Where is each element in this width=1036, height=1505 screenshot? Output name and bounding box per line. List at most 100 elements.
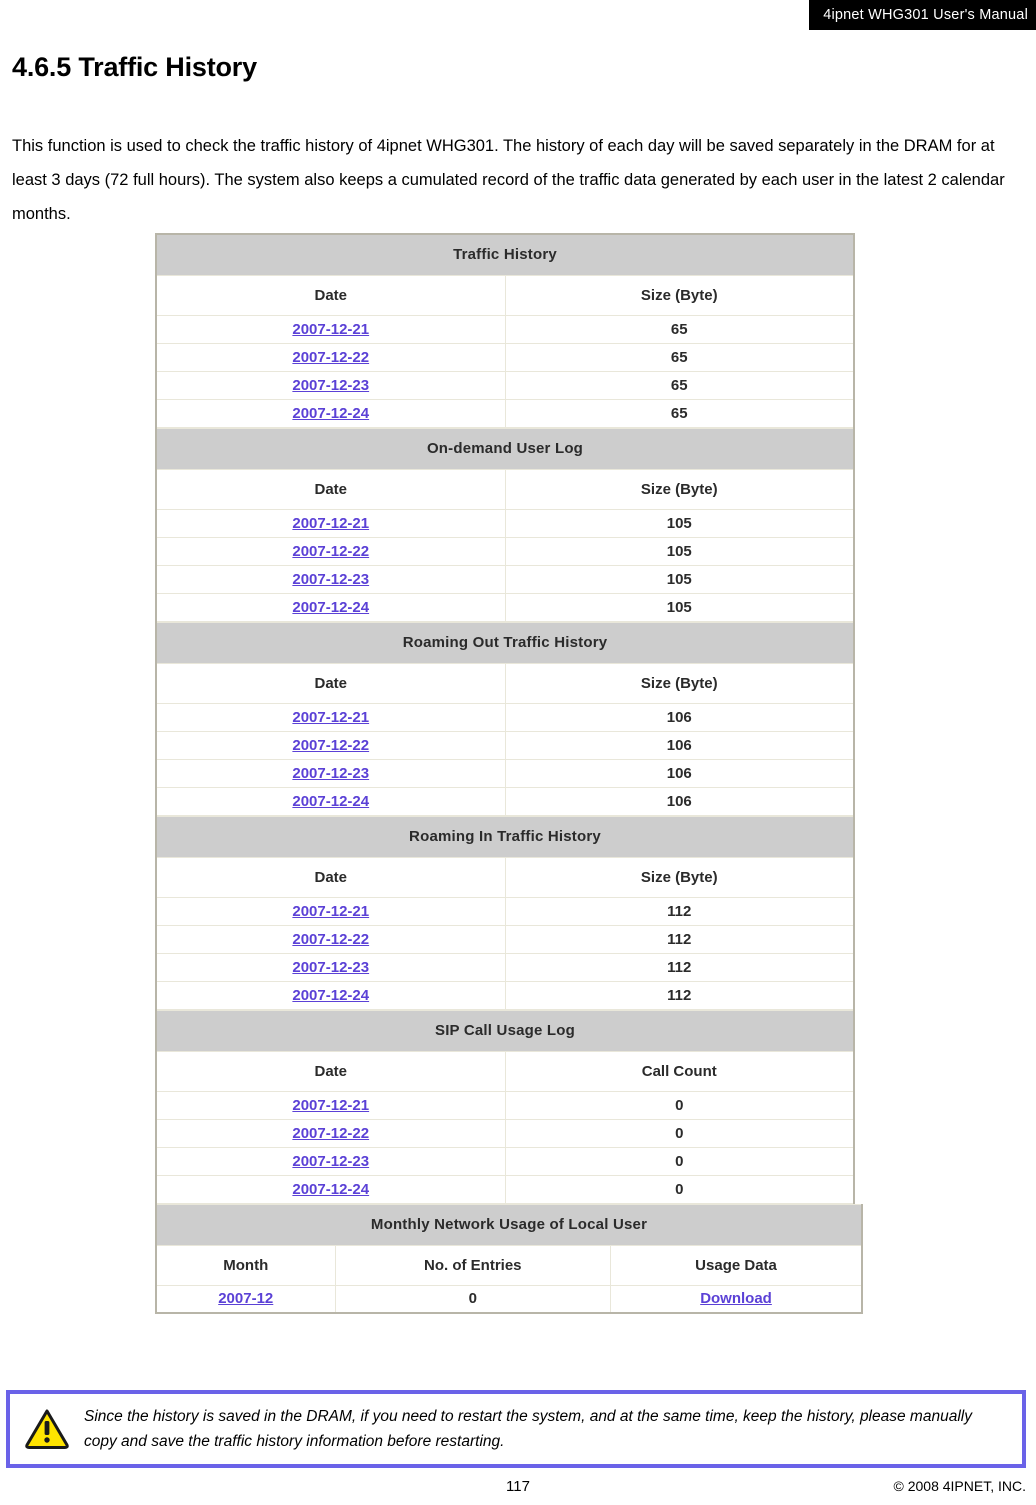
value-cell: 106 [504, 758, 855, 788]
value-cell: 65 [504, 370, 855, 400]
date-link[interactable]: 2007-12-22 [292, 543, 369, 560]
table-row: 2007-12-22 0 [155, 1118, 855, 1148]
table-row: 2007-12-22 105 [155, 536, 855, 566]
table-row: 2007-12-23 112 [155, 952, 855, 982]
value-cell: 105 [504, 592, 855, 622]
date-cell: 2007-12-22 [155, 924, 506, 954]
date-cell: 2007-12-23 [155, 370, 506, 400]
log-table: Roaming In Traffic History Date Size (Byte… [155, 815, 855, 1010]
column-header: Date [155, 856, 506, 898]
value-cell: 112 [504, 952, 855, 982]
table-band-title: Roaming Out Traffic History [155, 621, 855, 664]
value-cell: 105 [504, 508, 855, 538]
table-row: 2007-12-23 0 [155, 1146, 855, 1176]
table-row: 2007-12-21 112 [155, 896, 855, 926]
table-row: 2007-12-21 106 [155, 702, 855, 732]
date-link[interactable]: 2007-12-23 [292, 1153, 369, 1170]
value-cell: 106 [504, 786, 855, 816]
table-band-title: SIP Call Usage Log [155, 1009, 855, 1052]
date-cell: 2007-12-22 [155, 342, 506, 372]
table-row: 2007-12-24 65 [155, 398, 855, 428]
note-box: Since the history is saved in the DRAM, … [6, 1390, 1026, 1468]
running-header: 4ipnet WHG301 User's Manual [809, 0, 1036, 30]
usage-data-cell: Download [610, 1284, 863, 1314]
column-header: Date [155, 1050, 506, 1092]
monthly-usage-table: Monthly Network Usage of Local User Month… [155, 1203, 863, 1314]
date-link[interactable]: 2007-12-24 [292, 599, 369, 616]
table-row: 2007-12-24 0 [155, 1174, 855, 1204]
value-cell: 105 [504, 564, 855, 594]
month-cell: 2007-12 [155, 1284, 336, 1314]
table-row: 2007-12-22 106 [155, 730, 855, 760]
date-link[interactable]: 2007-12-24 [292, 405, 369, 422]
value-cell: 65 [504, 342, 855, 372]
date-cell: 2007-12-23 [155, 952, 506, 982]
table-row: 2007-12-23 105 [155, 564, 855, 594]
date-link[interactable]: 2007-12-21 [292, 515, 369, 532]
column-header: No. of Entries [334, 1244, 612, 1286]
date-link[interactable]: 2007-12-24 [292, 987, 369, 1004]
date-link[interactable]: 2007-12-23 [292, 571, 369, 588]
date-link[interactable]: 2007-12-23 [292, 377, 369, 394]
table-band-title: Roaming In Traffic History [155, 815, 855, 858]
table-row: 2007-12-21 0 [155, 1090, 855, 1120]
month-link[interactable]: 2007-12 [218, 1290, 273, 1307]
date-link[interactable]: 2007-12-22 [292, 931, 369, 948]
value-cell: 65 [504, 398, 855, 428]
log-table: Traffic History Date Size (Byte) 2007-12-21… [155, 233, 855, 428]
table-band-title: Traffic History [155, 233, 855, 276]
table-row: 2007-12-23 106 [155, 758, 855, 788]
download-link[interactable]: Download [700, 1290, 772, 1307]
date-cell: 2007-12-21 [155, 508, 506, 538]
date-link[interactable]: 2007-12-23 [292, 959, 369, 976]
table-row: 2007-12-22 112 [155, 924, 855, 954]
value-cell: 0 [504, 1090, 855, 1120]
table-row: 2007-12-23 65 [155, 370, 855, 400]
log-table: SIP Call Usage Log Date Call Count 2007-12-… [155, 1009, 855, 1204]
column-header: Date [155, 468, 506, 510]
log-table: Roaming Out Traffic History Date Size (Byt… [155, 621, 855, 816]
traffic-history-screenshot: Traffic History Date Size (Byte) 2007-12-21… [155, 233, 865, 1314]
date-link[interactable]: 2007-12-21 [292, 1097, 369, 1114]
column-header: Size (Byte) [504, 468, 855, 510]
value-cell: 0 [504, 1146, 855, 1176]
column-header: Size (Byte) [504, 856, 855, 898]
date-link[interactable]: 2007-12-22 [292, 349, 369, 366]
column-header: Size (Byte) [504, 274, 855, 316]
date-cell: 2007-12-21 [155, 896, 506, 926]
value-cell: 112 [504, 980, 855, 1010]
date-cell: 2007-12-24 [155, 1174, 506, 1204]
date-cell: 2007-12-23 [155, 758, 506, 788]
date-cell: 2007-12-23 [155, 1146, 506, 1176]
column-header: Date [155, 274, 506, 316]
date-link[interactable]: 2007-12-24 [292, 793, 369, 810]
column-header: Month [155, 1244, 336, 1286]
table-row: 2007-12-22 65 [155, 342, 855, 372]
date-cell: 2007-12-22 [155, 730, 506, 760]
value-cell: 106 [504, 730, 855, 760]
value-cell: 0 [504, 1174, 855, 1204]
page-number: 117 [506, 1478, 530, 1495]
date-link[interactable]: 2007-12-22 [292, 1125, 369, 1142]
date-link[interactable]: 2007-12-24 [292, 1181, 369, 1198]
copyright-notice: © 2008 4IPNET, INC. [893, 1478, 1026, 1494]
date-link[interactable]: 2007-12-23 [292, 765, 369, 782]
date-link[interactable]: 2007-12-21 [292, 709, 369, 726]
table-band-title: On-demand User Log [155, 427, 855, 470]
value-cell: 0 [504, 1118, 855, 1148]
date-cell: 2007-12-21 [155, 314, 506, 344]
manual-page: 4ipnet WHG301 User's Manual 4.6.5 Traffi… [0, 0, 1036, 1505]
table-row: 2007-12-21 105 [155, 508, 855, 538]
intro-paragraph: This function is used to check the traff… [12, 136, 1005, 223]
table-row: 2007-12-24 112 [155, 980, 855, 1010]
warning-triangle-icon [24, 1407, 70, 1451]
table-row: 2007-12-24 106 [155, 786, 855, 816]
value-cell: 105 [504, 536, 855, 566]
date-link[interactable]: 2007-12-22 [292, 737, 369, 754]
date-cell: 2007-12-24 [155, 980, 506, 1010]
page-title: 4.6.5 Traffic History [12, 52, 257, 82]
date-cell: 2007-12-24 [155, 786, 506, 816]
date-link[interactable]: 2007-12-21 [292, 903, 369, 920]
date-link[interactable]: 2007-12-21 [292, 321, 369, 338]
date-cell: 2007-12-23 [155, 564, 506, 594]
